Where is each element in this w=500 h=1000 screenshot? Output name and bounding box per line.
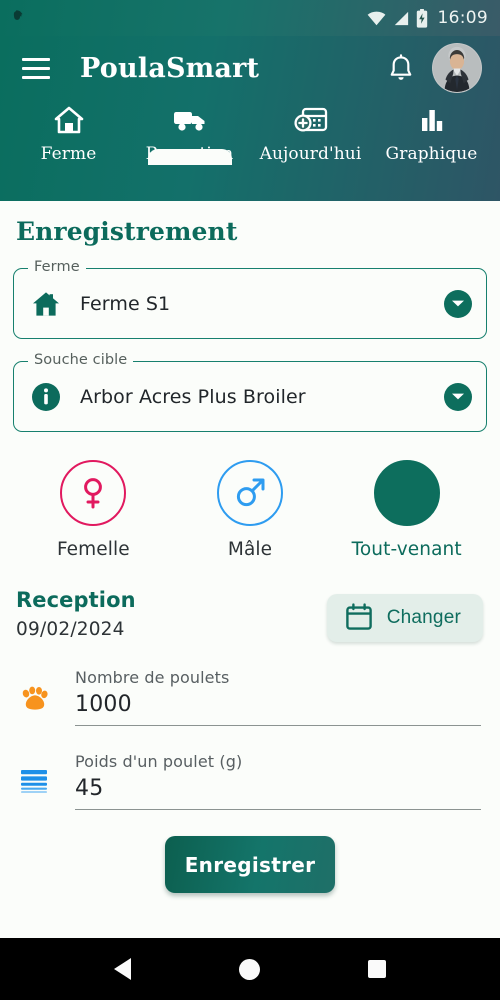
page-title: Enregistrement xyxy=(16,217,238,246)
change-date-button[interactable]: Changer xyxy=(326,594,483,642)
app-bar-top-row: PoulaSmart xyxy=(0,36,500,100)
gender-option-femelle[interactable]: Femelle xyxy=(15,460,172,560)
gender-label-femelle: Femelle xyxy=(56,539,130,560)
chicken-weight-value[interactable]: 45 xyxy=(75,776,481,801)
gender-option-male[interactable]: Mâle xyxy=(172,460,329,560)
calendar-icon xyxy=(345,602,373,634)
filled-circle-icon xyxy=(373,460,440,526)
chicken-weight-row: Poids d'un poulet (g) 45 xyxy=(13,752,487,810)
truck-icon xyxy=(173,105,207,135)
calendar-plus-icon xyxy=(293,105,328,135)
tab-aujourdhui[interactable]: Aujourd'hui xyxy=(250,100,371,164)
change-date-label: Changer xyxy=(386,607,461,628)
farm-select-value: Ferme S1 xyxy=(80,292,171,315)
gender-selector: Femelle Mâle Tout-venant xyxy=(13,460,487,560)
chicken-count-field[interactable]: Nombre de poulets 1000 xyxy=(75,668,481,726)
reception-title: Reception xyxy=(16,588,136,612)
tab-reception[interactable]: Reception xyxy=(129,100,250,165)
home-icon xyxy=(54,105,84,135)
reception-section: Reception 09/02/2024 Changer xyxy=(13,588,487,642)
chevron-down-icon[interactable] xyxy=(444,382,472,411)
bell-icon[interactable] xyxy=(388,54,414,82)
paw-icon xyxy=(17,668,51,712)
lines-list-icon xyxy=(17,752,51,794)
hamburger-menu-icon[interactable] xyxy=(22,57,50,79)
save-button[interactable]: Enregistrer xyxy=(165,836,335,893)
gender-label-male: Mâle xyxy=(227,539,273,560)
bar-chart-icon xyxy=(417,105,447,135)
tab-graphique[interactable]: Graphique xyxy=(371,100,492,164)
app-root: 16:09 PoulaSmart Ferme Aujourd'hui Graph… xyxy=(0,0,500,1000)
app-notification-icon xyxy=(13,10,23,20)
system-navigation-bar xyxy=(0,938,500,1000)
reception-date: 09/02/2024 xyxy=(16,619,125,640)
home-filled-icon xyxy=(31,289,61,319)
submit-row: Enregistrer xyxy=(13,836,487,893)
female-symbol-icon xyxy=(60,460,127,526)
avatar[interactable] xyxy=(432,43,482,93)
farm-select-label: Ferme xyxy=(28,259,86,275)
tab-bar: Ferme Reception xyxy=(0,100,500,201)
chicken-count-row: Nombre de poulets 1000 xyxy=(13,668,487,726)
tab-label-ferme: Ferme xyxy=(40,144,97,164)
wifi-icon xyxy=(367,11,385,25)
farm-select[interactable]: Ferme Ferme S1 xyxy=(13,259,487,339)
status-bar: 16:09 xyxy=(0,0,500,36)
recents-button[interactable] xyxy=(368,960,386,978)
chicken-weight-label: Poids d'un poulet (g) xyxy=(75,752,243,771)
app-bar: PoulaSmart Ferme Aujourd'hui Graphique xyxy=(0,36,500,201)
male-symbol-icon xyxy=(217,460,283,526)
battery-charging-icon xyxy=(416,8,427,28)
reception-info: Reception 09/02/2024 xyxy=(16,588,136,640)
back-button[interactable] xyxy=(114,958,131,980)
active-tab-indicator xyxy=(147,149,232,165)
status-bar-clock: 16:09 xyxy=(437,8,488,28)
strain-select[interactable]: Souche cible Arbor Acres Plus Broiler xyxy=(13,352,487,432)
strain-select-label: Souche cible xyxy=(28,352,134,368)
tab-ferme[interactable]: Ferme xyxy=(8,100,129,164)
gender-option-tout-venant[interactable]: Tout-venant xyxy=(328,460,485,560)
home-button[interactable] xyxy=(239,958,260,980)
chicken-weight-field[interactable]: Poids d'un poulet (g) 45 xyxy=(75,752,481,810)
info-icon xyxy=(31,382,61,412)
app-bar-actions xyxy=(388,43,482,93)
status-bar-indicators: 16:09 xyxy=(367,8,489,28)
chevron-down-icon[interactable] xyxy=(444,289,472,318)
tab-label-aujourdhui: Aujourd'hui xyxy=(259,144,362,164)
chicken-count-value[interactable]: 1000 xyxy=(75,692,481,717)
status-bar-notifications xyxy=(10,8,28,28)
app-title: PoulaSmart xyxy=(80,52,260,84)
cellular-signal-icon xyxy=(394,11,408,25)
chicken-count-label: Nombre de poulets xyxy=(75,668,230,687)
gender-label-tout-venant: Tout-venant xyxy=(351,539,462,560)
main-content: Enregistrement Ferme Ferme S1 Souche cib… xyxy=(0,201,500,938)
tab-label-graphique: Graphique xyxy=(385,144,478,164)
strain-select-value: Arbor Acres Plus Broiler xyxy=(80,385,306,408)
